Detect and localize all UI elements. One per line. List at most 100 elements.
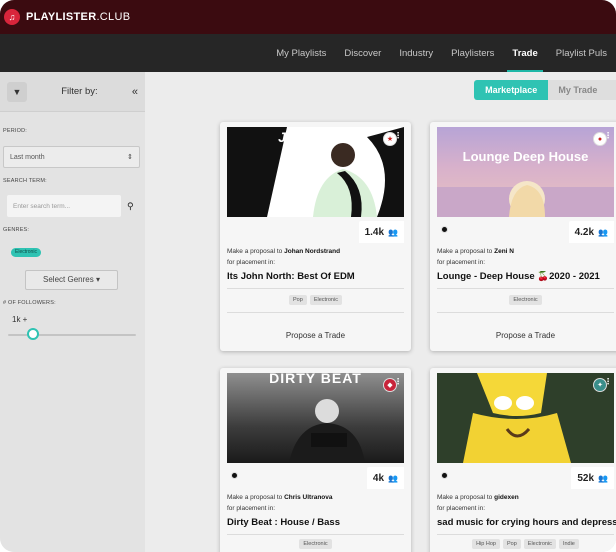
more-options-icon[interactable]: ⋮ bbox=[604, 131, 612, 140]
followers-count: 4k bbox=[372, 472, 385, 484]
card-divider bbox=[227, 312, 404, 313]
nav-my-playlists[interactable]: My Playlists bbox=[267, 34, 335, 72]
app-window: ♫ PLAYLISTER.CLUB My Playlists Discover … bbox=[0, 0, 616, 552]
more-options-icon[interactable]: ⋮ bbox=[394, 131, 402, 140]
cover-artwork bbox=[437, 181, 614, 217]
search-input[interactable]: Enter search term... bbox=[7, 195, 121, 217]
genre-tag: Indie bbox=[558, 539, 579, 549]
main-nav: My Playlists Discover Industry Playliste… bbox=[0, 34, 616, 72]
proposal-prefix: Make a proposal to bbox=[437, 248, 493, 255]
more-options-icon[interactable]: ⋮ bbox=[394, 377, 402, 386]
followers-badge: 4.2k 👥 bbox=[568, 221, 614, 243]
period-select[interactable]: Last month ⇕ bbox=[3, 146, 140, 168]
owner-name[interactable]: Chris Ultranova bbox=[284, 494, 332, 501]
proposal-line: Make a proposal to Johan Nordstrand bbox=[227, 248, 340, 255]
genre-tags: Pop Electronic bbox=[220, 295, 411, 305]
owner-name[interactable]: Johan Nordstrand bbox=[284, 248, 340, 255]
followers-badge: 1.4k 👥 bbox=[358, 221, 404, 243]
brand-bar: ♫ PLAYLISTER.CLUB bbox=[0, 0, 616, 34]
followers-count: 1.4k bbox=[364, 226, 385, 238]
collapse-sidebar-icon[interactable]: « bbox=[132, 86, 138, 98]
people-icon: 👥 bbox=[598, 227, 608, 237]
view-toggle: Marketplace My Trade bbox=[474, 80, 616, 100]
genre-tag: Pop bbox=[502, 539, 521, 549]
cover-artwork bbox=[289, 399, 365, 463]
filter-icon[interactable]: ▼ bbox=[7, 81, 27, 102]
playlist-card: John North ★ ⋮ 1.4k 👥 Make a proposal to… bbox=[220, 122, 411, 351]
genre-tags: Electronic bbox=[430, 295, 616, 305]
genre-tag: Electronic bbox=[309, 295, 342, 305]
select-genres-button[interactable]: Select Genres ▾ bbox=[25, 270, 118, 290]
genre-tags: Electronic bbox=[220, 539, 411, 549]
followers-badge: 52k 👥 bbox=[571, 467, 614, 489]
more-options-icon[interactable]: ⋮ bbox=[604, 377, 612, 386]
people-icon: 👥 bbox=[388, 227, 398, 237]
search-icon[interactable]: ⚲ bbox=[127, 201, 134, 212]
owner-name[interactable]: Zeni N bbox=[494, 248, 514, 255]
card-divider bbox=[227, 288, 404, 289]
proposal-prefix: Make a proposal to bbox=[227, 248, 283, 255]
search-term-label: SEARCH TERM: bbox=[3, 178, 47, 184]
filter-sidebar: ▼ Filter by: « PERIOD: Last month ⇕ SEAR… bbox=[0, 72, 145, 552]
cover-text: DIRTY BEAT bbox=[269, 373, 362, 386]
followers-count: 52k bbox=[577, 472, 595, 484]
playlist-title[interactable]: Lounge - Deep House 🍒2020 - 2021 bbox=[437, 271, 616, 282]
playlist-card: DIRTY BEAT ◆ ⋮ 4k 👥 Make a proposal to C… bbox=[220, 368, 411, 552]
followers-slider-thumb[interactable] bbox=[27, 328, 39, 340]
placement-label: for placement in: bbox=[437, 259, 486, 266]
card-divider bbox=[437, 534, 614, 535]
brand-logo-text[interactable]: PLAYLISTER.CLUB bbox=[26, 11, 130, 23]
genre-tag: Electronic bbox=[509, 295, 542, 305]
placement-label: for placement in: bbox=[227, 259, 276, 266]
select-genres-label: Select Genres bbox=[43, 275, 94, 284]
followers-min-value: 1k + bbox=[12, 315, 28, 324]
cover-text: John North bbox=[278, 129, 353, 145]
playlist-card: ✦ ⋮ 52k 👥 Make a proposal to gidexen for… bbox=[430, 368, 616, 552]
followers-count: 4.2k bbox=[574, 226, 595, 238]
followers-label: # OF FOLLOWERS: bbox=[3, 300, 56, 306]
propose-trade-button[interactable]: Propose a Trade bbox=[430, 331, 616, 340]
my-trade-tab[interactable]: My Trade bbox=[548, 80, 616, 100]
period-label: PERIOD: bbox=[3, 128, 28, 134]
playlist-cover[interactable] bbox=[437, 373, 614, 463]
brand-name: PLAYLISTER bbox=[26, 11, 97, 23]
genre-tag: Hip Hop bbox=[472, 539, 500, 549]
playlist-cover[interactable]: John North bbox=[227, 127, 404, 217]
nav-playlist-pulse[interactable]: Playlist Puls bbox=[547, 34, 616, 72]
genre-tag: Electronic bbox=[523, 539, 556, 549]
people-icon: 👥 bbox=[388, 473, 398, 483]
proposal-prefix: Make a proposal to bbox=[437, 494, 493, 501]
nav-playlisters[interactable]: Playlisters bbox=[442, 34, 503, 72]
chevron-down-icon: ▾ bbox=[95, 275, 100, 284]
cover-artwork bbox=[437, 373, 614, 463]
placement-label: for placement in: bbox=[227, 505, 276, 512]
brand-suffix: .CLUB bbox=[96, 11, 131, 23]
spotify-icon bbox=[441, 472, 448, 479]
nav-discover[interactable]: Discover bbox=[335, 34, 390, 72]
proposal-line: Make a proposal to gidexen bbox=[437, 494, 519, 501]
spotify-icon bbox=[441, 226, 448, 233]
card-divider bbox=[227, 534, 404, 535]
playlist-title[interactable]: Dirty Beat : House / Bass bbox=[227, 517, 407, 528]
owner-name[interactable]: gidexen bbox=[494, 494, 519, 501]
marketplace-main: Marketplace My Trade John North ★ ⋮ 1.4k bbox=[145, 72, 616, 552]
propose-trade-button[interactable]: Propose a Trade bbox=[220, 331, 411, 340]
nav-trade[interactable]: Trade bbox=[503, 34, 546, 72]
playlist-cover[interactable]: Lounge Deep House bbox=[437, 127, 614, 217]
playlist-card: Lounge Deep House ● ⋮ 4.2k 👥 Make a prop… bbox=[430, 122, 616, 351]
selected-genre-pill[interactable]: Electronic bbox=[11, 248, 41, 257]
placement-label: for placement in: bbox=[437, 505, 486, 512]
marketplace-tab[interactable]: Marketplace bbox=[474, 80, 549, 100]
filter-by-label: Filter by: bbox=[61, 86, 98, 97]
select-caret-icon: ⇕ bbox=[127, 154, 133, 161]
nav-industry[interactable]: Industry bbox=[390, 34, 442, 72]
followers-badge: 4k 👥 bbox=[366, 467, 404, 489]
genre-tag: Pop bbox=[289, 295, 307, 305]
genres-label: GENRES: bbox=[3, 227, 30, 233]
genre-tag: Electronic bbox=[299, 539, 332, 549]
spotify-icon bbox=[231, 472, 238, 479]
logo-icon[interactable]: ♫ bbox=[4, 9, 20, 25]
playlist-cover[interactable]: DIRTY BEAT bbox=[227, 373, 404, 463]
playlist-title[interactable]: Its John North: Best Of EDM bbox=[227, 271, 407, 282]
playlist-title[interactable]: sad music for crying hours and depress..… bbox=[437, 517, 616, 528]
